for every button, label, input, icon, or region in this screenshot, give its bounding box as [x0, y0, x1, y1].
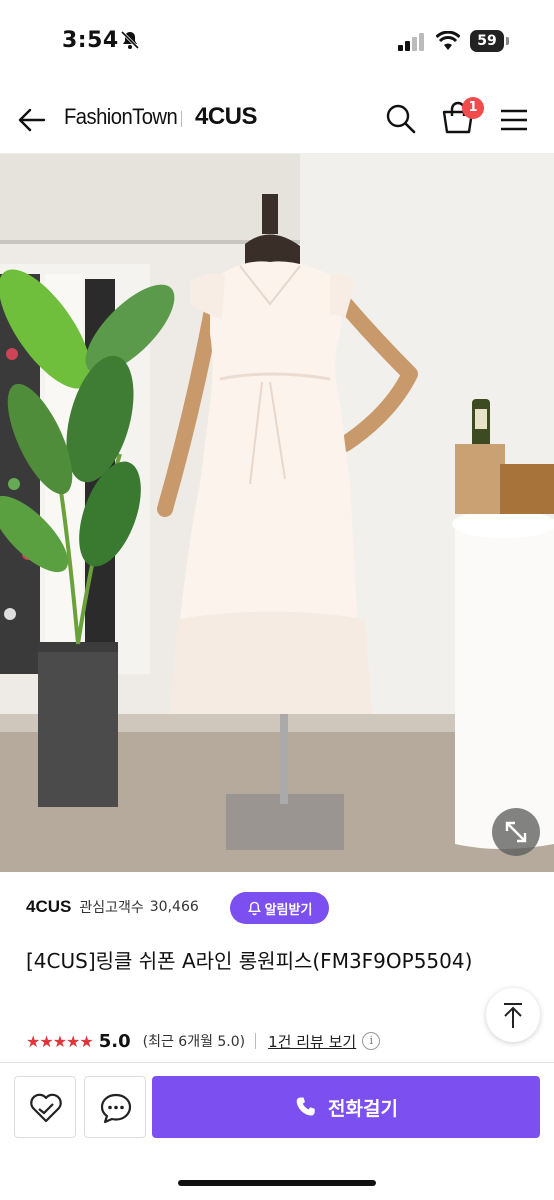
home-indicator[interactable]	[178, 1180, 376, 1186]
expand-image-icon[interactable]	[492, 808, 540, 856]
header-divider	[181, 111, 182, 127]
shop-name[interactable]: 4CUS	[195, 103, 258, 131]
rating-score: 5.0	[98, 1030, 131, 1052]
call-button[interactable]: 전화걸기	[152, 1076, 540, 1138]
battery-level: 59	[470, 30, 504, 52]
product-image[interactable]	[0, 154, 554, 872]
status-bar: 3:54 59	[0, 0, 554, 84]
back-arrow-icon[interactable]	[16, 104, 48, 136]
battery-icon: 59	[470, 30, 510, 52]
rating-recent: (최근 6개월 5.0)	[142, 1034, 246, 1050]
followers-label: 관심고객수	[79, 900, 144, 916]
bell-icon	[247, 901, 261, 915]
status-time: 3:54	[62, 28, 119, 53]
chat-bubble-icon	[100, 1093, 132, 1124]
signal-icon	[398, 33, 424, 51]
wifi-icon	[436, 31, 460, 50]
wishlist-button[interactable]	[14, 1076, 76, 1138]
notify-label: 알림받기	[264, 902, 313, 918]
bell-off-icon	[120, 30, 140, 50]
search-icon[interactable]	[384, 102, 418, 136]
product-photo	[0, 154, 554, 872]
chat-button[interactable]	[84, 1076, 146, 1138]
heart-icon	[30, 1093, 62, 1123]
battery-tip	[506, 37, 509, 45]
notify-button[interactable]: 알림받기	[230, 892, 329, 924]
app-header: FashionTown 4CUS	[0, 84, 554, 154]
seller-name[interactable]: 4CUS	[26, 897, 71, 917]
call-label: 전화걸기	[328, 1097, 398, 1120]
product-title: [4CUS]링클 쉬폰 A라인 롱원피스(FM3F9OP5504)	[26, 949, 473, 973]
star-rating-icon: ★★★★★	[26, 1031, 94, 1051]
info-icon[interactable]: i	[362, 1032, 381, 1050]
followers-count: 30,466	[149, 899, 199, 915]
cart-count-badge: 1	[462, 97, 484, 119]
rating-divider	[255, 1033, 257, 1049]
review-link[interactable]: 1건 리뷰 보기	[268, 1031, 356, 1052]
rating-row: ★★★★★ 5.0 (최근 6개월 5.0) 1건 리뷰 보기 i	[26, 1028, 446, 1054]
scroll-to-top-icon[interactable]	[486, 988, 540, 1042]
hamburger-menu-icon[interactable]	[498, 104, 530, 136]
phone-icon	[296, 1097, 315, 1116]
brand-logo[interactable]: FashionTown	[64, 104, 178, 130]
